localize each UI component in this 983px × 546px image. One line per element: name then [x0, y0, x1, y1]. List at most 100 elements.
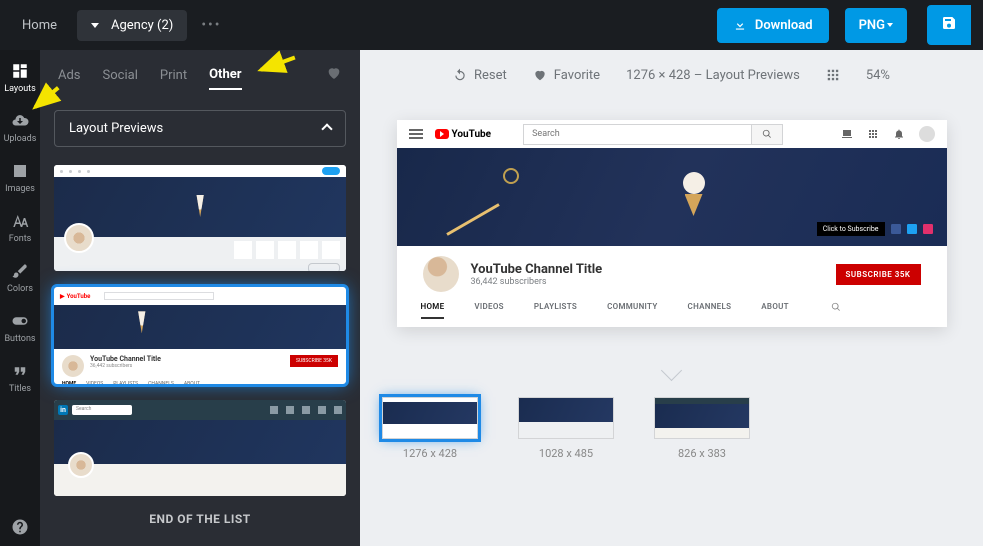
tab-ads[interactable]: Ads — [58, 62, 81, 89]
rail-label: Colors — [7, 284, 33, 294]
avatar — [64, 223, 94, 253]
save-button[interactable] — [927, 5, 971, 45]
channel-banner: Click to Subscribe — [397, 148, 947, 246]
toggle-icon — [11, 312, 29, 330]
channel-nav: HOME VIDEOS PLAYLISTS COMMUNITY CHANNELS… — [397, 302, 947, 327]
layout-thumb-linkedin[interactable]: in Search ✎ — [54, 400, 346, 496]
layout-category-tabs: Ads Social Print Other — [40, 50, 360, 100]
layout-thumbnails[interactable]: TweetsTweets & repliesMedia ▶ YouTube Yo… — [40, 157, 360, 546]
layout-thumb-youtube[interactable]: ▶ YouTube YouTube Channel Title 36,442 s… — [54, 287, 346, 383]
quote-icon — [11, 362, 29, 380]
channel-title: YouTube Channel Title — [471, 262, 603, 277]
rail-fonts[interactable]: Fonts — [9, 212, 32, 244]
doc-thumb[interactable]: 1276 x 428 — [382, 397, 478, 460]
facebook-icon — [891, 224, 901, 234]
rail-label: Buttons — [4, 334, 35, 344]
layouts-icon — [11, 62, 29, 80]
rail-label: Fonts — [9, 234, 32, 244]
bell-icon — [893, 128, 905, 140]
fonts-icon — [11, 212, 29, 230]
rail-colors[interactable]: Colors — [7, 262, 33, 294]
download-icon — [733, 18, 747, 32]
rail-label: Layouts — [4, 84, 36, 94]
tab-other[interactable]: Other — [209, 61, 241, 90]
avatar — [423, 256, 459, 292]
channel-info: YouTube Channel Title 36,442 subscribers… — [397, 246, 947, 302]
youtube-logo-icon: ▶ YouTube — [60, 293, 90, 300]
agency-dropdown[interactable]: Agency (2) — [77, 10, 187, 41]
more-icon[interactable]: ••• — [201, 17, 221, 33]
instagram-icon — [923, 224, 933, 234]
layout-thumb-twitter[interactable]: TweetsTweets & repliesMedia — [54, 165, 346, 271]
thumb-dims: 1276 x 428 — [382, 447, 478, 460]
cloud-upload-icon — [11, 112, 29, 130]
brush-icon — [11, 262, 29, 280]
reset-button[interactable]: Reset — [453, 68, 507, 83]
rail-buttons[interactable]: Buttons — [4, 312, 35, 344]
rail-label: Images — [5, 184, 35, 194]
thumb-dims: 826 x 383 — [654, 447, 750, 460]
avatar — [919, 126, 935, 142]
rail-titles[interactable]: Titles — [9, 362, 31, 394]
canvas-stage: Reset Favorite 1276 × 428 – Layout Previ… — [360, 50, 983, 546]
download-button[interactable]: Download — [717, 8, 829, 43]
image-icon — [11, 162, 29, 180]
side-rail: Layouts Uploads Images Fonts Colors Butt… — [0, 50, 40, 546]
grid-icon — [826, 68, 840, 82]
save-icon — [941, 15, 957, 31]
search-input — [523, 124, 783, 145]
section-label: Layout Previews — [69, 121, 163, 136]
twitter-icon — [907, 224, 917, 234]
caret-down-icon — [91, 23, 99, 28]
subscriber-count: 36,442 subscribers — [471, 277, 603, 287]
rail-layouts[interactable]: Layouts — [4, 62, 36, 94]
doc-thumb[interactable]: 826 x 383 — [654, 397, 750, 460]
home-link[interactable]: Home — [12, 12, 67, 39]
favorites-icon[interactable] — [326, 65, 342, 85]
rail-uploads[interactable]: Uploads — [4, 112, 37, 144]
dimensions-label: 1276 × 428 – Layout Previews — [626, 68, 800, 83]
zoom-level[interactable]: 54% — [866, 68, 890, 83]
subscribe-button: SUBSCRIBE 35K — [836, 264, 921, 285]
section-layout-previews[interactable]: Layout Previews — [54, 110, 346, 147]
format-label: PNG — [859, 18, 885, 33]
end-of-list: END OF THE LIST — [54, 512, 346, 526]
rail-help[interactable] — [11, 518, 29, 536]
youtube-header: YouTube — [397, 120, 947, 148]
avatar — [62, 355, 84, 377]
icecream-icon — [683, 172, 705, 212]
tab-print[interactable]: Print — [160, 62, 187, 89]
doc-thumb[interactable]: 1028 x 485 — [518, 397, 614, 460]
upload-icon — [841, 128, 853, 140]
hamburger-icon — [409, 129, 423, 139]
youtube-logo: YouTube — [435, 129, 492, 140]
rail-label: Uploads — [4, 134, 37, 144]
caret-down-icon — [887, 23, 893, 27]
reset-label: Reset — [474, 68, 507, 83]
canvas-toolbar: Reset Favorite 1276 × 428 – Layout Previ… — [360, 50, 983, 100]
search-input: Search — [72, 405, 132, 415]
search-icon — [831, 302, 841, 319]
favorite-button[interactable]: Favorite — [533, 68, 600, 83]
format-dropdown[interactable]: PNG — [845, 8, 907, 43]
thumb-dims: 1028 x 485 — [518, 447, 614, 460]
apps-icon — [867, 128, 879, 140]
download-label: Download — [755, 18, 813, 33]
layouts-panel: Ads Social Print Other Layout Previews T… — [40, 50, 360, 546]
document-thumbnails: 1276 x 428 1028 x 485 826 x 383 — [360, 397, 983, 497]
rail-images[interactable]: Images — [5, 162, 35, 194]
chevron-up-icon — [321, 123, 332, 134]
undo-icon — [453, 68, 467, 82]
favorite-label: Favorite — [554, 68, 600, 83]
search-icon — [762, 129, 772, 139]
preview-document[interactable]: YouTube Click to Subscribe — [397, 120, 947, 327]
agency-label: Agency (2) — [111, 18, 173, 33]
search-input — [104, 292, 214, 300]
help-icon — [11, 518, 29, 536]
topbar: Home Agency (2) ••• Download PNG — [0, 0, 983, 50]
grid-toggle[interactable] — [826, 68, 840, 82]
separator-chevron-icon — [652, 363, 692, 381]
heart-icon — [533, 68, 547, 82]
avatar — [68, 452, 94, 478]
tab-social[interactable]: Social — [103, 62, 138, 89]
